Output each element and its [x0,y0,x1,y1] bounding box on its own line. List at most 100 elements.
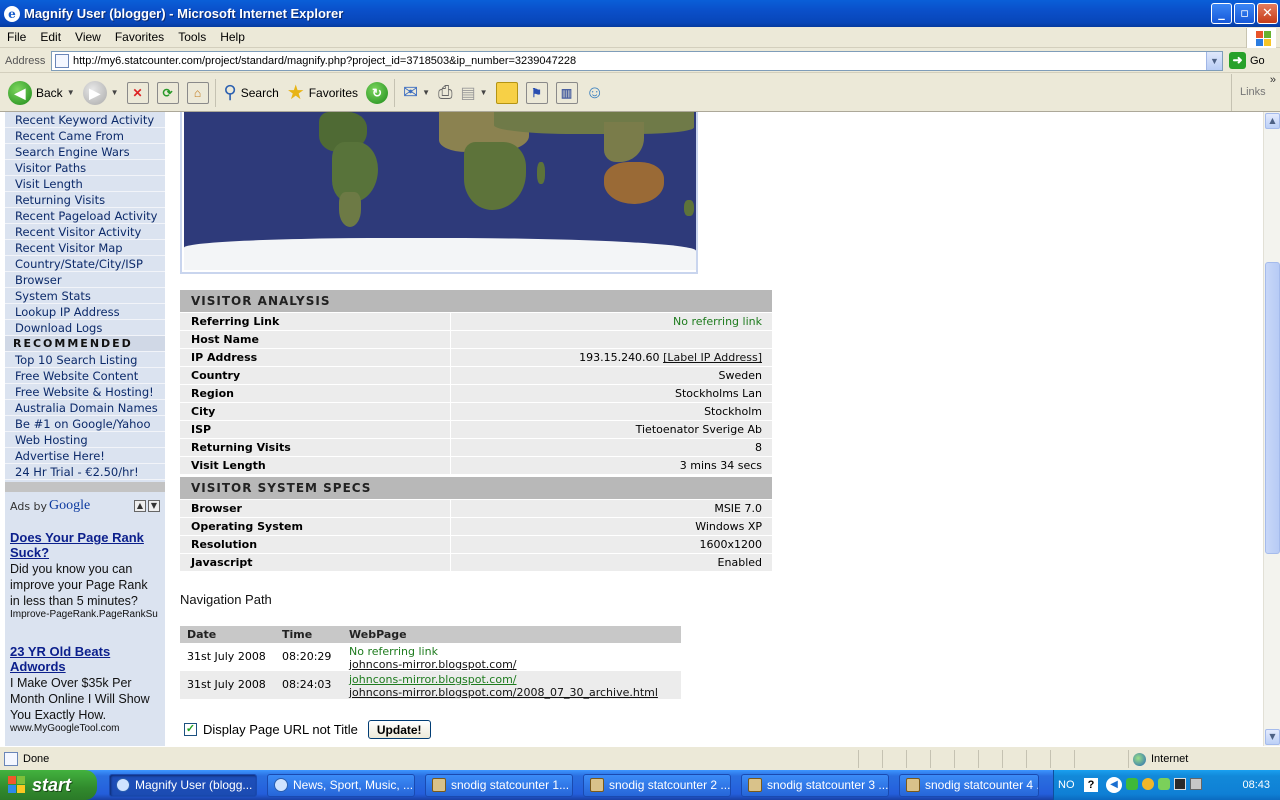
sidebar-link[interactable]: Recent Pageload Activity [5,208,165,224]
ads-prev-icon[interactable]: ▲ [134,500,146,512]
search-button[interactable]: ⚲ Search [224,82,279,103]
recommended-heading: RECOMMENDED [5,336,165,352]
messenger-icon[interactable]: ⚑ [525,81,548,104]
language-indicator[interactable]: NO [1058,779,1075,791]
edit-icon[interactable]: ▤ [460,83,475,103]
window-titlebar: e Magnify User (blogger) - Microsoft Int… [0,0,1280,27]
ad-url[interactable]: www.MyGoogleTool.com [10,723,160,734]
people-icon[interactable]: ☺ [586,82,604,103]
tray-app-icon[interactable] [1158,778,1170,790]
system-specs-table: VISITOR SYSTEM SPECS Browser MSIE 7.0 Op… [180,477,772,571]
tray-app-icon[interactable] [1174,778,1186,790]
address-dropdown-icon[interactable]: ▼ [1206,52,1222,70]
sidebar-link[interactable]: System Stats [5,288,165,304]
table-row: ISP Tietoenator Sverige Ab [180,420,772,438]
ad-item[interactable]: Does Your Page Rank Suck? Did you know y… [10,530,160,620]
referrer-link[interactable]: johncons-mirror.blogspot.com/ [349,673,517,686]
recommended-link[interactable]: Australia Domain Names [5,400,165,416]
chevron-icon[interactable]: » [1270,74,1276,86]
mail-button[interactable]: ✉ ▼ [403,82,430,103]
recommended-link[interactable]: Advertise Here! [5,448,165,464]
menu-tools[interactable]: Tools [171,30,213,44]
sidebar-link[interactable]: Browser [5,272,165,288]
recommended-link[interactable]: Web Hosting [5,432,165,448]
notes-icon [432,778,446,792]
table-row: Country Sweden [180,366,772,384]
display-url-checkbox[interactable]: ✓ [184,723,197,736]
network-icon[interactable] [1190,778,1202,790]
tray-app-icon[interactable] [1142,778,1154,790]
restore-button[interactable]: ▫ [1234,3,1255,24]
taskbar-item[interactable]: snodig statcounter 2 ... [583,773,731,797]
ad-url[interactable]: Improve-PageRank.PageRankSu [10,609,160,620]
antarctica [184,238,696,270]
taskbar-item[interactable]: snodig statcounter 1... [425,773,573,797]
update-button[interactable]: Update! [367,720,431,739]
tray-arrow-icon[interactable]: ◀ [1106,777,1122,793]
webpage-link[interactable]: johncons-mirror.blogspot.com/ [349,658,517,671]
sidebar-link[interactable]: Visitor Paths [5,160,165,176]
ad-headline[interactable]: Does Your Page Rank Suck? [10,530,160,560]
taskbar-item[interactable]: News, Sport, Music, ... [267,773,415,797]
address-input[interactable] [73,55,1203,67]
help-icon[interactable]: ? [1084,778,1098,792]
scroll-up-icon[interactable]: ▲ [1265,113,1280,129]
close-button[interactable]: ✕ [1257,3,1278,24]
sidebar-link[interactable]: Recent Came From [5,128,165,144]
print-icon[interactable]: ⎙ [438,82,452,103]
edit-dropdown-icon[interactable]: ▼ [480,88,488,97]
sidebar-link[interactable]: Lookup IP Address [5,304,165,320]
favorites-button[interactable]: ★ Favorites [287,80,358,105]
taskbar-item[interactable]: snodig statcounter 4 ... [899,773,1039,797]
tray-app-icon[interactable] [1126,778,1138,790]
recommended-link[interactable]: 24 Hr Trial - €2.50/hr! [5,464,165,480]
ads-next-icon[interactable]: ▼ [148,500,160,512]
taskbar: start Magnify User (blogg... News, Sport… [0,770,1280,800]
ads-by-google[interactable]: Ads by Google ▲ ▼ [10,496,160,516]
globe-icon [1133,752,1146,766]
sidebar-link[interactable]: Returning Visits [5,192,165,208]
notes-icon[interactable] [495,81,518,104]
address-bar: Address ▼ ➜ Go [0,49,1280,73]
history-icon[interactable]: ↻ [366,81,389,104]
webpage-link[interactable]: johncons-mirror.blogspot.com/2008_07_30_… [349,686,658,699]
home-icon[interactable]: ⌂ [186,81,209,104]
scroll-thumb[interactable] [1265,262,1280,554]
start-button[interactable]: start [0,770,97,800]
recommended-link[interactable]: Free Website & Hosting! [5,384,165,400]
back-dropdown-icon[interactable]: ▼ [67,88,75,97]
minimize-button[interactable]: _ [1211,3,1232,24]
recommended-link[interactable]: Free Website Content [5,368,165,384]
vertical-scrollbar[interactable]: ▲ ▼ [1263,112,1280,746]
refresh-icon[interactable]: ⟳ [156,81,179,104]
forward-dropdown-icon[interactable]: ▼ [111,88,119,97]
sidebar-link[interactable]: Visit Length [5,176,165,192]
back-button[interactable]: ◀ Back ▼ [8,80,75,105]
mail-dropdown-icon[interactable]: ▼ [422,88,430,97]
sidebar-link[interactable]: Recent Visitor Activity [5,224,165,240]
menu-file[interactable]: File [0,30,33,44]
sidebar-link[interactable]: Recent Keyword Activity [5,112,165,128]
back-arrow-icon: ◀ [8,80,32,105]
sidebar-link[interactable]: Country/State/City/ISP [5,256,165,272]
sidebar-link[interactable]: Search Engine Wars [5,144,165,160]
taskbar-item[interactable]: Magnify User (blogg... [109,773,257,797]
address-field[interactable]: ▼ [51,51,1223,71]
ad-item[interactable]: 23 YR Old Beats Adwords I Make Over $35k… [10,644,160,734]
stop-icon[interactable]: ✕ [126,81,149,104]
scroll-down-icon[interactable]: ▼ [1265,729,1280,745]
menu-view[interactable]: View [68,30,108,44]
ad-headline[interactable]: 23 YR Old Beats Adwords [10,644,160,674]
forward-button[interactable]: ▶ ▼ [82,80,119,105]
label-ip-address-link[interactable]: [Label IP Address] [663,351,762,364]
menu-edit[interactable]: Edit [33,30,68,44]
sidebar-link[interactable]: Download Logs [5,320,165,336]
recommended-link[interactable]: Top 10 Search Listing [5,352,165,368]
recommended-link[interactable]: Be #1 on Google/Yahoo [5,416,165,432]
menu-help[interactable]: Help [213,30,252,44]
go-button[interactable]: ➜ Go [1229,52,1265,69]
taskbar-item[interactable]: snodig statcounter 3 ... [741,773,889,797]
research-icon[interactable]: ▥ [555,81,578,104]
sidebar-link[interactable]: Recent Visitor Map [5,240,165,256]
menu-favorites[interactable]: Favorites [108,30,171,44]
